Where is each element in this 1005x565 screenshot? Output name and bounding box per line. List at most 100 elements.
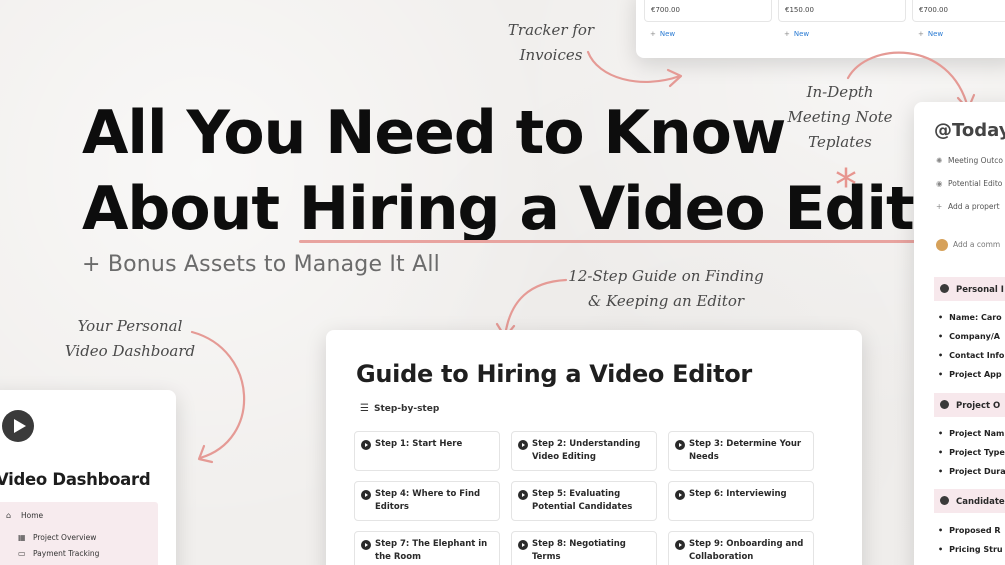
home-icon: ⌂ — [6, 511, 12, 520]
annotation-line: Video Dashboard — [64, 342, 196, 360]
plus-icon: + — [650, 30, 656, 38]
annotation-dashboard: Your Personal Video Dashboard — [60, 314, 200, 364]
list-icon: ☰ — [360, 403, 369, 414]
guide-title: Guide to Hiring a Video Editor — [356, 360, 752, 388]
list-item: Project Dura — [938, 467, 1005, 476]
section-title: Candidate — [956, 497, 1005, 507]
section-title: Personal I — [956, 285, 1004, 295]
annotation-line: Invoices — [519, 46, 583, 64]
menu-item-home[interactable]: ⌂ Home — [6, 511, 43, 520]
headline-highlight: Hiring a Video Editor — [298, 171, 991, 247]
step-label: Step 5: Evaluating Potential Candidates — [532, 489, 633, 512]
guide-subtitle-text: Step-by-step — [373, 404, 440, 414]
step-card[interactable]: Step 9: Onboarding and Collaboration — [668, 531, 814, 565]
list-item: Pricing Stru — [938, 545, 1002, 554]
sparkle-icon: ✺ — [936, 156, 943, 165]
step-label: Step 1: Start Here — [375, 439, 463, 449]
annotation-line: Tracker for — [507, 21, 595, 39]
plus-icon: + — [784, 30, 790, 38]
section-candidate: Candidate — [934, 489, 1005, 513]
avatar — [936, 239, 948, 251]
invoice-column: €700.00 + New — [644, 0, 772, 38]
list-item: Project Nam — [938, 429, 1004, 438]
play-icon — [361, 490, 371, 500]
invoice-column: €700.00 + New — [912, 0, 1005, 38]
step-card[interactable]: Step 6: Interviewing — [668, 481, 814, 521]
step-label: Step 7: The Elephant in the Room — [375, 539, 488, 562]
property-label: Add a propert — [948, 202, 1000, 211]
comment-placeholder: Add a comm — [953, 240, 1001, 249]
play-icon — [675, 440, 685, 450]
plus-icon: + — [936, 202, 943, 211]
list-item: Project App — [938, 370, 1001, 379]
list-item: Company/A — [938, 332, 1000, 341]
guide-card: Guide to Hiring a Video Editor ☰ Step-by-… — [326, 330, 862, 565]
new-invoice-button[interactable]: + New — [912, 22, 1005, 38]
list-item: Project Type — [938, 448, 1005, 457]
person-icon — [940, 400, 949, 409]
annotation-line: Meeting Note — [787, 108, 893, 126]
menu-item-label: Project Overview — [33, 533, 97, 542]
play-icon — [361, 440, 371, 450]
person-icon: ◉ — [936, 179, 943, 188]
annotation-line: & Keeping an Editor — [587, 292, 745, 310]
step-label: Step 3: Determine Your Needs — [689, 439, 802, 462]
person-icon — [940, 284, 949, 293]
step-card[interactable]: Step 5: Evaluating Potential Candidates — [511, 481, 657, 521]
dashboard-card: Video Dashboard ⌂ Home ▦ Project Overview … — [0, 390, 176, 565]
grid-icon: ▦ — [18, 533, 26, 542]
card-icon: ▭ — [18, 549, 26, 558]
step-label: Step 4: Where to Find Editors — [375, 489, 481, 512]
invoice-column: €150.00 + New — [778, 0, 906, 38]
step-card[interactable]: Step 7: The Elephant in the Room — [354, 531, 500, 565]
step-label: Step 8: Negotiating Terms — [532, 539, 626, 562]
step-card[interactable]: Step 1: Start Here — [354, 431, 500, 471]
invoice-amount: €700.00 — [644, 0, 772, 22]
list-item: Contact Info — [938, 351, 1004, 360]
annotation-line: Your Personal — [77, 317, 183, 335]
step-label: Step 2: Understanding Video Editing — [532, 439, 641, 462]
new-invoice-button[interactable]: + New — [644, 22, 772, 38]
step-card[interactable]: Step 3: Determine Your Needs — [668, 431, 814, 471]
step-card[interactable]: Step 2: Understanding Video Editing — [511, 431, 657, 471]
step-card[interactable]: Step 4: Where to Find Editors — [354, 481, 500, 521]
new-label: New — [927, 30, 944, 38]
invoice-amount: €700.00 — [912, 0, 1005, 22]
section-title: Project O — [956, 401, 1001, 411]
dashboard-menu: ⌂ Home ▦ Project Overview ▭ Payment Trackin… — [0, 502, 158, 565]
guide-subtitle: ☰ Step-by-step — [360, 403, 439, 414]
meeting-title: @Today — [934, 120, 1005, 141]
property-label: Meeting Outco — [948, 156, 1003, 165]
comment-input[interactable]: Add a comm — [936, 239, 1000, 251]
property-label: Potential Edito — [948, 179, 1003, 188]
property-meeting-outcome[interactable]: ✺ Meeting Outco — [936, 156, 1003, 165]
step-card[interactable]: Step 8: Negotiating Terms — [511, 531, 657, 565]
menu-item-label: Payment Tracking — [33, 549, 100, 558]
asterisk-decoration: * — [835, 160, 857, 211]
section-personal: Personal I — [934, 277, 1005, 301]
annotation-line: 12-Step Guide on Finding — [568, 267, 764, 285]
new-invoice-button[interactable]: + New — [778, 22, 906, 38]
step-label: Step 9: Onboarding and Collaboration — [689, 539, 804, 562]
plus-icon: + — [918, 30, 924, 38]
menu-item-project-overview[interactable]: ▦ Project Overview — [18, 533, 96, 542]
step-label: Step 6: Interviewing — [689, 489, 787, 499]
play-icon — [518, 540, 528, 550]
dashboard-title: Video Dashboard — [0, 470, 151, 489]
add-property-button[interactable]: + Add a propert — [936, 202, 1000, 211]
section-project: Project O — [934, 393, 1005, 417]
annotation-guide: 12-Step Guide on Finding & Keeping an Ed… — [566, 264, 766, 314]
play-icon — [675, 490, 685, 500]
play-icon — [2, 410, 34, 442]
list-item: Name: Caro — [938, 313, 1002, 322]
invoice-tracker-card: €700.00 + New €150.00 + New €700.00 + New — [636, 0, 1005, 58]
play-icon — [518, 490, 528, 500]
play-icon — [361, 540, 371, 550]
property-potential-editor[interactable]: ◉ Potential Edito — [936, 179, 1002, 188]
invoice-amount: €150.00 — [778, 0, 906, 22]
play-icon — [518, 440, 528, 450]
meeting-note-card: @Today ✺ Meeting Outco ◉ Potential Edito +… — [914, 102, 1005, 565]
list-item: Proposed R — [938, 526, 1000, 535]
subheadline: + Bonus Assets to Manage It All — [82, 252, 440, 277]
menu-item-payment-tracking[interactable]: ▭ Payment Tracking — [18, 549, 99, 558]
